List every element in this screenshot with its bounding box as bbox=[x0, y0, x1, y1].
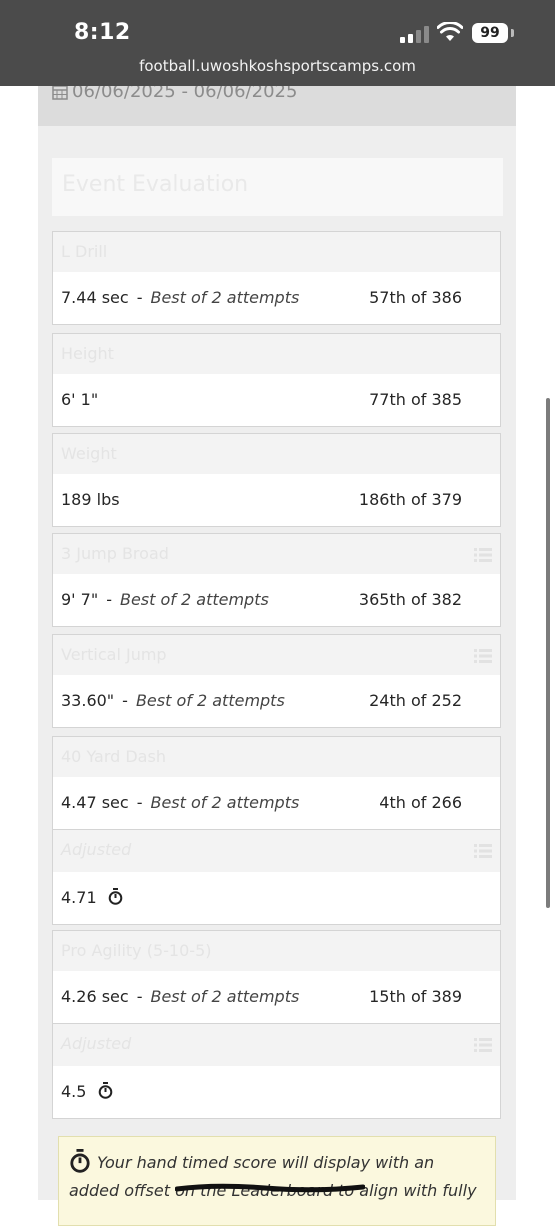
event-rank: 15th of 389 bbox=[369, 987, 462, 1006]
event-value: 4.26 sec bbox=[61, 987, 129, 1006]
list-icon[interactable] bbox=[474, 649, 492, 663]
battery-tip bbox=[511, 29, 514, 37]
event-card-pro-agility: Pro Agility (5-10-5) 4.26 sec - Best of 2 … bbox=[52, 930, 501, 1119]
best-of-attempts: Best of 2 attempts bbox=[119, 590, 269, 609]
event-rank: 77th of 385 bbox=[369, 390, 462, 409]
status-bar: 8:12 99 football.uwoshkoshsportscamps.co… bbox=[0, 0, 555, 86]
battery-indicator: 99 bbox=[472, 23, 508, 43]
event-value: 7.44 sec bbox=[61, 288, 129, 307]
separator: - bbox=[136, 987, 143, 1006]
event-name: 40 Yard Dash bbox=[61, 747, 166, 766]
stopwatch-icon bbox=[108, 888, 123, 905]
best-of-attempts: Best of 2 attempts bbox=[150, 987, 300, 1006]
event-name: Weight bbox=[61, 444, 117, 463]
event-value: 189 lbs bbox=[61, 490, 120, 509]
status-time: 8:12 bbox=[74, 20, 131, 45]
event-value: 6' 1" bbox=[61, 390, 99, 409]
event-name: Pro Agility (5-10-5) bbox=[61, 941, 212, 960]
signal-icon bbox=[400, 25, 430, 43]
list-icon[interactable] bbox=[474, 548, 492, 562]
event-value: 9' 7" bbox=[61, 590, 99, 609]
event-result-row: 6' 1" 77th of 385 bbox=[53, 374, 500, 426]
event-rank: 186th of 379 bbox=[358, 490, 462, 509]
separator: - bbox=[106, 590, 112, 609]
event-name: Height bbox=[61, 344, 114, 363]
event-rank: 365th of 382 bbox=[358, 590, 462, 609]
list-icon[interactable] bbox=[474, 844, 492, 858]
event-card-height: Height 6' 1" 77th of 385 bbox=[52, 333, 501, 427]
date-bar: 06/06/2025 - 06/06/2025 bbox=[38, 80, 516, 126]
section-title: Event Evaluation bbox=[52, 158, 503, 216]
stopwatch-icon bbox=[70, 1149, 90, 1173]
separator: - bbox=[136, 288, 143, 307]
adjusted-label: Adjusted bbox=[61, 840, 132, 859]
event-name: L Drill bbox=[61, 242, 108, 261]
scrollbar[interactable] bbox=[546, 398, 550, 908]
adjusted-label: Adjusted bbox=[61, 1034, 132, 1053]
event-value: 4.47 sec bbox=[61, 793, 129, 812]
redaction-scribble bbox=[175, 1183, 365, 1193]
best-of-attempts: Best of 2 attempts bbox=[150, 793, 300, 812]
event-result-row: 9' 7" - Best of 2 attempts 365th of 382 bbox=[53, 574, 500, 626]
best-of-attempts: Best of 2 attempts bbox=[150, 288, 300, 307]
event-result-row: 7.44 sec - Best of 2 attempts 57th of 386 bbox=[53, 272, 500, 324]
wifi-icon bbox=[437, 22, 463, 41]
stopwatch-icon bbox=[98, 1082, 112, 1099]
event-card-l-drill: L Drill 7.44 sec - Best of 2 attempts 57th… bbox=[52, 231, 501, 325]
event-name: 3 Jump Broad bbox=[61, 544, 169, 563]
event-card-vertical-jump: Vertical Jump 33.60" - Best of 2 attempts … bbox=[52, 634, 501, 728]
adjusted-row: 4.5 bbox=[53, 1066, 500, 1118]
event-card-40-yard-dash: 40 Yard Dash 4.47 sec - Best of 2 attempts… bbox=[52, 736, 501, 925]
event-name: Vertical Jump bbox=[61, 645, 167, 664]
separator: - bbox=[136, 793, 143, 812]
event-rank: 4th of 266 bbox=[379, 793, 462, 812]
best-of-attempts: Best of 2 attempts bbox=[135, 691, 285, 710]
event-card-3-jump-broad: 3 Jump Broad 9' 7" - Best of 2 attempts 36… bbox=[52, 533, 501, 627]
separator: - bbox=[122, 691, 128, 710]
event-rank: 24th of 252 bbox=[369, 691, 462, 710]
event-result-row: 33.60" - Best of 2 attempts 24th of 252 bbox=[53, 675, 500, 727]
event-value: 33.60" bbox=[61, 691, 115, 710]
adjusted-row: 4.71 bbox=[53, 872, 500, 924]
event-result-row: 4.26 sec - Best of 2 attempts 15th of 389 bbox=[53, 971, 500, 1023]
event-result-row: 4.47 sec - Best of 2 attempts 4th of 266 bbox=[53, 777, 500, 829]
calendar-icon bbox=[52, 85, 68, 100]
event-rank: 57th of 386 bbox=[369, 288, 462, 307]
adjusted-value: 4.5 bbox=[61, 1082, 87, 1101]
url-bar[interactable]: football.uwoshkoshsportscamps.com bbox=[0, 57, 555, 75]
hand-timed-note: Your hand timed score will display with … bbox=[58, 1136, 496, 1226]
adjusted-value: 4.71 bbox=[61, 888, 97, 907]
list-icon[interactable] bbox=[474, 1038, 492, 1052]
event-result-row: 189 lbs 186th of 379 bbox=[53, 474, 500, 526]
event-card-weight: Weight 189 lbs 186th of 379 bbox=[52, 433, 501, 527]
